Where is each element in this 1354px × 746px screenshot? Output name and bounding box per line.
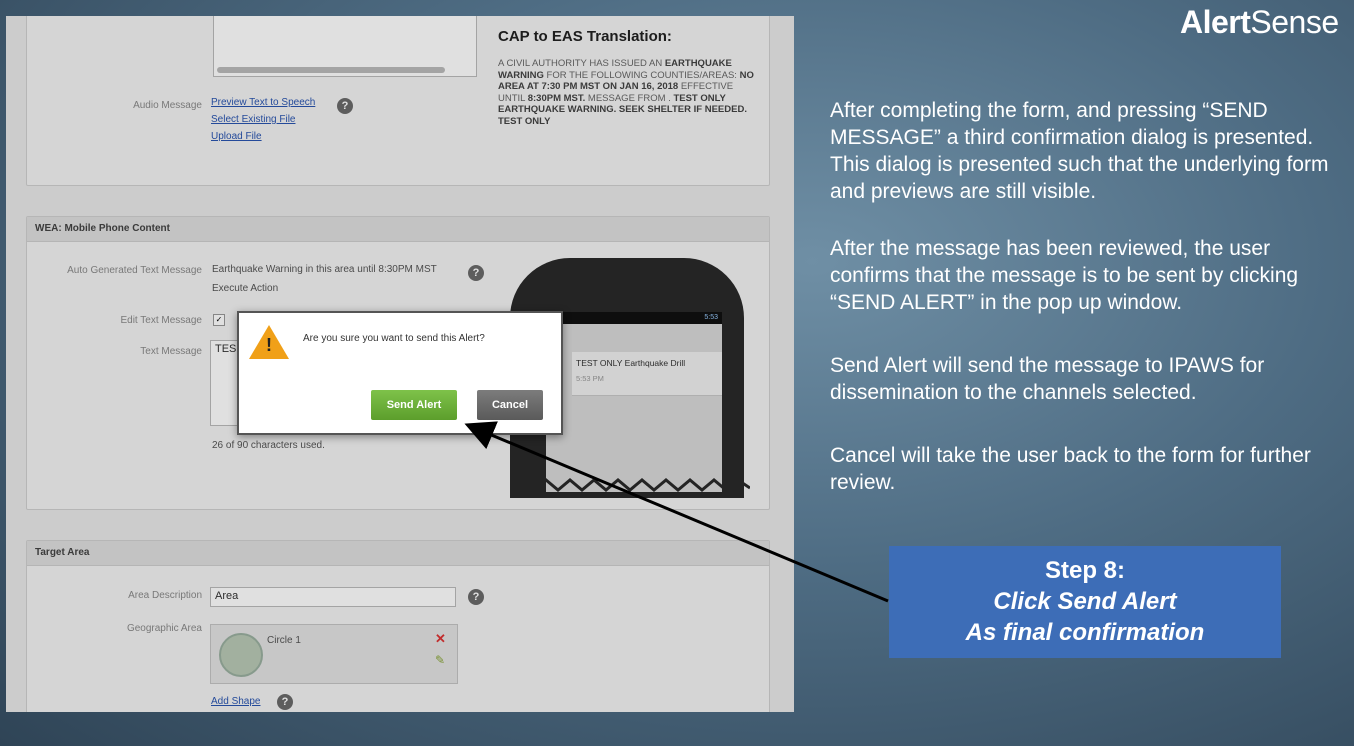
paragraph-3: Send Alert will send the message to IPAW… [830, 354, 1265, 404]
send-alert-button[interactable]: Send Alert [371, 390, 457, 420]
paragraph-4: Cancel will take the user back to the fo… [830, 444, 1311, 494]
alertsense-logo: AlertSense [1180, 4, 1339, 40]
step-callout: Step 8: Click Send Alert As final confir… [889, 546, 1281, 658]
screenshot-panel: Audio Message Preview Text to Speech Sel… [6, 16, 794, 712]
cancel-button[interactable]: Cancel [477, 390, 543, 420]
dialog-message: Are you sure you want to send this Alert… [303, 333, 485, 344]
step-title: Step 8: [1044, 557, 1125, 584]
paragraph-1: After completing the form, and pressing … [830, 99, 1329, 203]
paragraph-2: After the message has been reviewed, the… [830, 237, 1299, 314]
step-line-2: Click Send Alert [993, 588, 1177, 615]
confirm-dialog: ! Are you sure you want to send this Ale… [237, 311, 563, 435]
step-line-3: As final confirmation [965, 619, 1205, 646]
warning-icon-mark: ! [266, 335, 272, 355]
